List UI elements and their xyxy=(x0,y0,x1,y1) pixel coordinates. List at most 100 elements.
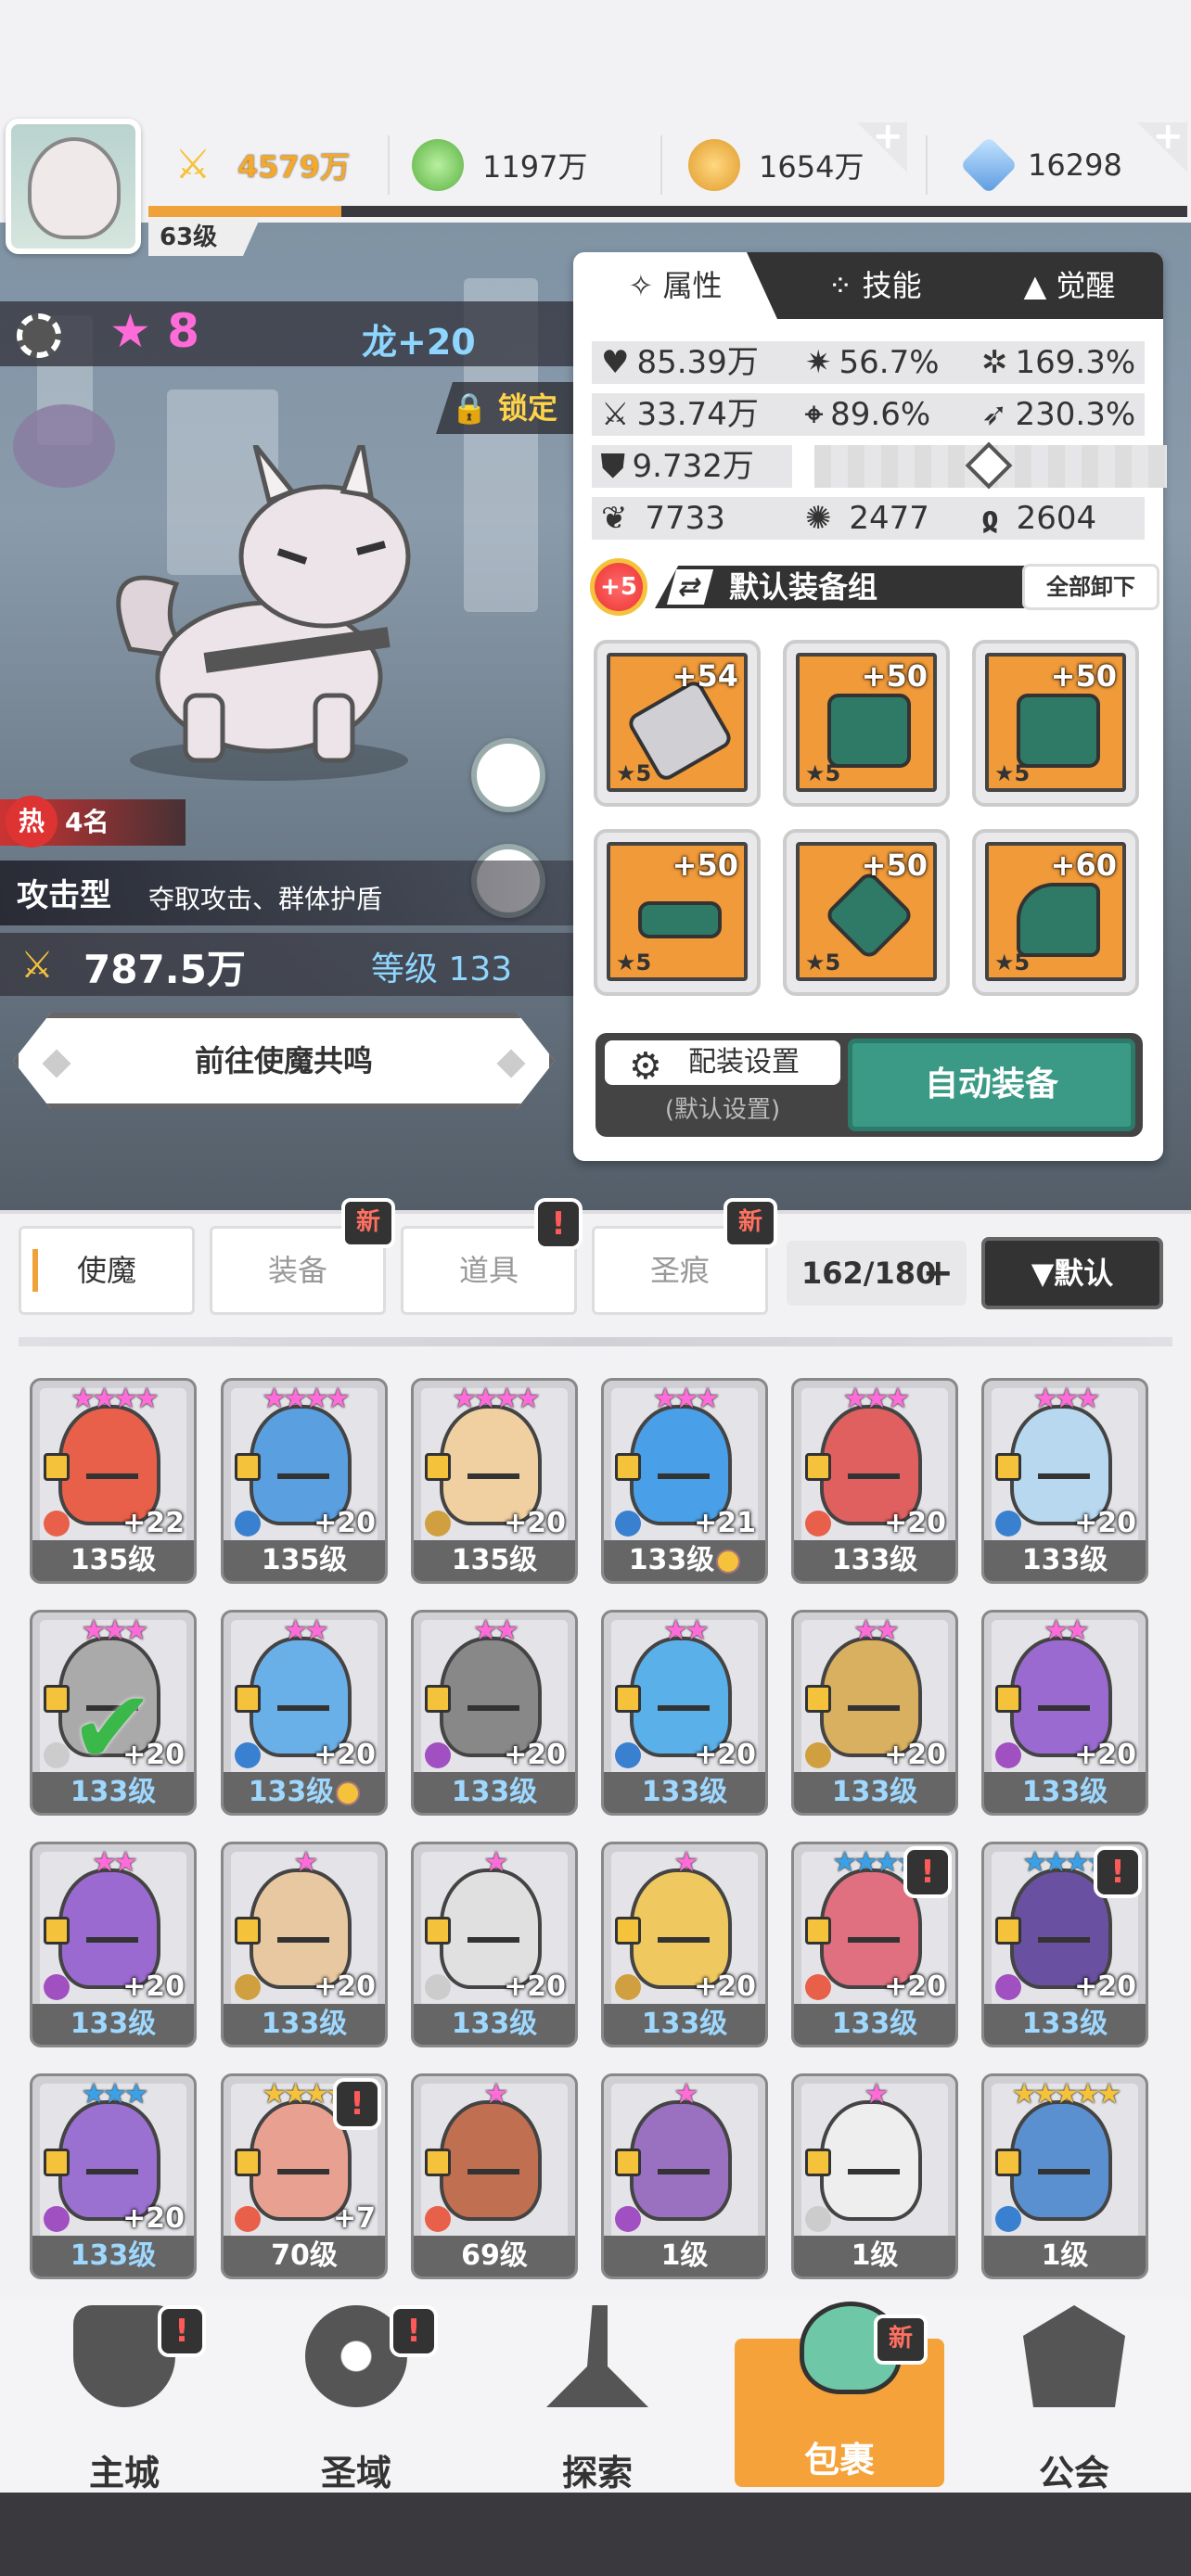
config-label: 配装设置 xyxy=(688,1046,800,1078)
familiar-level: 133级 xyxy=(794,2004,955,2045)
familiar-card[interactable]: ★ 69级 xyxy=(411,2073,578,2279)
nav-explore[interactable]: 探索 xyxy=(505,2305,690,2493)
equip-slot-belt[interactable]: +50 ★5 xyxy=(594,829,761,996)
equip-slot-weapon[interactable]: +54 ★5 xyxy=(594,640,761,807)
familiar-card[interactable]: ★★ +20 133级 xyxy=(411,1610,578,1816)
tornado-icon: ✺ xyxy=(805,500,832,537)
sun-icon: ✲ xyxy=(981,344,1008,381)
familiar-card[interactable]: ★★★ +21 133级 xyxy=(601,1378,768,1584)
equip-level: +50 xyxy=(861,848,928,883)
familiar-card[interactable]: ★★★★ +20 135级 xyxy=(411,1378,578,1584)
familiar-card[interactable]: ★★★ +20 133级 ✔ xyxy=(30,1610,197,1816)
view-hero-icon[interactable] xyxy=(471,738,545,812)
hp-value: 85.39万 xyxy=(636,344,759,381)
familiar-eyes xyxy=(658,1705,710,1715)
unequip-all-button[interactable]: 全部卸下 xyxy=(1022,564,1159,610)
equip-stars: ★5 xyxy=(805,760,841,786)
familiar-level: 135级 xyxy=(414,1540,575,1581)
stat-row: ❦ 7733 ✺ 2477 ჲ 2604 xyxy=(592,497,1145,540)
familiar-card[interactable]: ★★★★ +20 133级! xyxy=(791,1842,958,2047)
equip-set-name[interactable]: 默认装备组 xyxy=(655,566,1044,608)
familiar-card[interactable]: ★ 1级 xyxy=(601,2073,768,2279)
level-text: 133级 xyxy=(451,2008,538,2040)
familiar-plus: +20 xyxy=(504,1507,566,1539)
nav-bag[interactable]: 包裹 新 xyxy=(735,2302,944,2487)
familiar-card[interactable]: ★★ +20 133级 xyxy=(791,1610,958,1816)
familiar-card[interactable]: ★★★★★ 1级 xyxy=(981,2073,1148,2279)
familiar-card[interactable]: ★★ +20 133级 xyxy=(981,1610,1148,1816)
familiar-stars: ★★★★ xyxy=(262,1383,351,1415)
familiar-stars: ★ xyxy=(673,2078,699,2111)
divider xyxy=(0,1210,1191,1214)
familiar-level: 133级 xyxy=(32,2236,194,2276)
lock-icon xyxy=(44,2149,70,2176)
element-icon xyxy=(425,1742,451,1768)
familiar-card[interactable]: ★ 1级 xyxy=(791,2073,958,2279)
config-sub: (默认设置) xyxy=(664,1096,781,1124)
familiar-card[interactable]: ★★ +20 133级 xyxy=(30,1842,197,2047)
add-gold-button[interactable] xyxy=(857,122,907,172)
familiar-card[interactable]: ★★★★ +7 70级! xyxy=(221,2073,388,2279)
sort-dropdown[interactable]: ▼默认 xyxy=(981,1237,1163,1309)
familiar-level: 133级 xyxy=(224,2004,385,2045)
add-gem-button[interactable] xyxy=(1137,122,1187,172)
settings-gear-icon[interactable] xyxy=(17,313,61,358)
familiar-card[interactable]: ★★ +20 133级 xyxy=(601,1610,768,1816)
equip-slot-helmet[interactable]: +50 ★5 xyxy=(783,640,950,807)
level-text: 133级 xyxy=(831,1776,918,1808)
element-icon xyxy=(805,1742,831,1768)
familiar-plus: +20 xyxy=(122,2202,185,2235)
lock-icon xyxy=(995,1453,1021,1481)
familiar-card[interactable]: ★★★ +20 133级 xyxy=(791,1378,958,1584)
equip-slot-boots[interactable]: +60 ★5 xyxy=(972,829,1139,996)
lock-icon xyxy=(425,1685,451,1713)
player-avatar[interactable] xyxy=(6,119,141,254)
familiar-stars: ★★★ xyxy=(842,1383,911,1415)
familiar-card[interactable]: ★★★ +20 133级 xyxy=(981,1378,1148,1584)
familiar-stars: ★ xyxy=(293,1846,319,1879)
equip-stars: ★5 xyxy=(994,950,1031,976)
tab-skills[interactable]: ⁘ 技能 xyxy=(796,252,954,319)
familiar-eyes xyxy=(467,2169,519,2178)
familiar-card[interactable]: ★★ +20 133级 xyxy=(221,1610,388,1816)
level-text: 133级 xyxy=(261,2008,348,2040)
lock-button[interactable]: 🔒 锁定 xyxy=(436,382,575,434)
element-icon xyxy=(44,2206,70,2232)
familiar-card[interactable]: ★ +20 133级 xyxy=(411,1842,578,2047)
familiar-card[interactable]: ★ +20 133级 xyxy=(601,1842,768,2047)
familiar-card[interactable]: ★ +20 133级 xyxy=(221,1842,388,2047)
enhance-badge[interactable]: +5 xyxy=(590,558,647,616)
familiar-card[interactable]: ★★★★ +22 135级 xyxy=(30,1378,197,1584)
tab-familiars[interactable]: 使魔 xyxy=(19,1226,195,1315)
element-icon xyxy=(44,1511,70,1537)
familiar-card[interactable]: ★★★★ +20 133级! xyxy=(981,1842,1148,2047)
star-count: 8 xyxy=(167,304,200,358)
familiar-plus: +20 xyxy=(884,1739,946,1771)
green-orb-currency: 1197万 xyxy=(412,130,587,200)
equip-level: +50 xyxy=(672,848,738,883)
familiar-level: 133级 xyxy=(604,2004,765,2045)
familiar-card[interactable]: ★★★ +20 133级 xyxy=(30,2073,197,2279)
equip-slot-necklace[interactable]: +50 ★5 xyxy=(783,829,950,996)
lock-icon xyxy=(44,1685,70,1713)
tab-attributes[interactable]: ✧ 属性 xyxy=(573,252,777,319)
tab-awaken[interactable]: ▲ 觉醒 xyxy=(981,252,1158,319)
auto-equip-button[interactable]: 自动装备 xyxy=(848,1039,1135,1131)
familiar-card[interactable]: ★★★★ +20 135级 xyxy=(221,1378,388,1584)
gold-coin-icon xyxy=(688,139,740,191)
nav-sanctuary[interactable]: 圣域 ! xyxy=(263,2305,449,2493)
element-icon xyxy=(615,1974,641,2000)
guild-icon xyxy=(1023,2305,1125,2407)
resonance-button[interactable]: 前往使魔共鸣 xyxy=(13,1013,555,1109)
familiar-eyes xyxy=(277,1705,329,1715)
lock-icon xyxy=(235,2149,261,2176)
new-badge: 新 xyxy=(724,1198,777,1248)
equip-slot-armor[interactable]: +50 ★5 xyxy=(972,640,1139,807)
add-slot-icon[interactable]: + xyxy=(922,1241,954,1306)
config-settings-button[interactable]: ⚙ 配装设置 xyxy=(605,1040,840,1088)
nav-guild[interactable]: 公会 xyxy=(981,2305,1167,2493)
lock-icon xyxy=(805,1685,831,1713)
level-text: 1级 xyxy=(1041,2239,1089,2272)
nav-main-city[interactable]: 主城 ! xyxy=(32,2305,217,2493)
stat-b-value: 2477 xyxy=(849,500,929,537)
